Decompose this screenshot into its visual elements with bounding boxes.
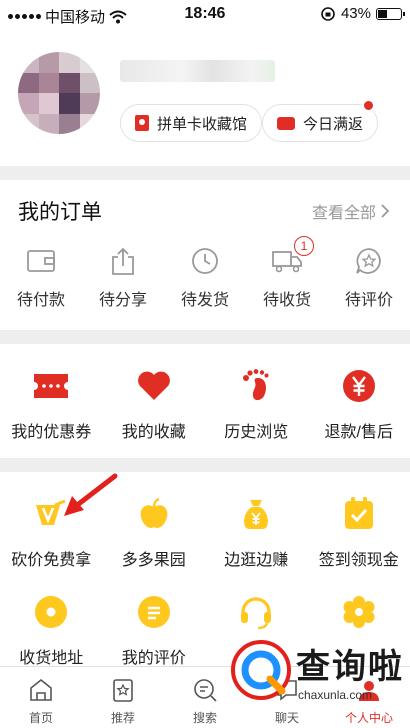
checkin-icon xyxy=(339,494,379,534)
tab-label: 搜索 xyxy=(192,711,217,725)
tool-label: 多多果园 xyxy=(121,552,186,569)
footprint-icon xyxy=(236,366,276,406)
card-icon xyxy=(135,115,149,131)
order-pending-receipt[interactable]: 1 待收货 xyxy=(246,236,328,310)
order-item-label: 待付款 xyxy=(16,292,65,309)
tab-recommend[interactable]: 推荐 xyxy=(82,667,164,728)
order-item-label: 待收货 xyxy=(262,292,311,309)
watermark-domain: chaxunla.com xyxy=(298,687,373,702)
tab-label: 个人中心 xyxy=(344,711,393,725)
status-bar: 中国移动 18:46 43% xyxy=(0,0,410,30)
tool-label: 收货地址 xyxy=(19,650,84,667)
order-item-label: 待分享 xyxy=(98,292,147,309)
divider xyxy=(0,330,410,344)
tool-label: 砍价免费拿 xyxy=(11,552,92,569)
share-icon xyxy=(106,244,140,278)
divider xyxy=(0,166,410,180)
see-all-label: 查看全部 xyxy=(311,205,376,222)
services-row: 我的优惠券 我的收藏 历史浏览 退款/售后 xyxy=(0,366,410,442)
wallet-icon xyxy=(24,244,58,278)
collection-hall-button[interactable]: 拼单卡收藏馆 xyxy=(120,104,263,142)
order-count-badge: 1 xyxy=(294,236,314,256)
my-reviews-item[interactable]: 我的评价 xyxy=(103,592,206,668)
service-label: 我的优惠券 xyxy=(11,424,92,441)
avatar[interactable] xyxy=(18,52,100,134)
order-item-label: 待发货 xyxy=(180,292,229,309)
battery-percent: 43% xyxy=(340,5,371,22)
daily-rebate-label: 今日满返 xyxy=(303,115,364,133)
recommend-icon xyxy=(108,675,138,705)
see-all-orders-link[interactable]: 查看全部 xyxy=(312,199,390,223)
heart-icon xyxy=(134,366,174,406)
settings-icon xyxy=(339,592,379,632)
order-pending-shipment[interactable]: 待发货 xyxy=(164,244,246,310)
tab-label: 首页 xyxy=(28,711,53,725)
tool-label: 签到领现金 xyxy=(318,552,399,569)
rotation-lock-icon xyxy=(321,6,335,21)
clock-icon xyxy=(188,244,222,278)
battery-icon xyxy=(376,7,405,20)
order-pending-review[interactable]: 待评价 xyxy=(328,244,410,310)
username-blurred xyxy=(120,60,275,82)
watermark-logo-icon xyxy=(231,640,291,700)
refund-icon xyxy=(339,366,379,406)
order-pending-payment[interactable]: 待付款 xyxy=(0,244,82,310)
order-pending-share[interactable]: 待分享 xyxy=(82,244,164,310)
home-icon xyxy=(26,675,56,705)
apple-icon xyxy=(134,494,174,534)
service-label: 历史浏览 xyxy=(224,424,289,441)
coupon-icon xyxy=(31,366,71,406)
browsing-history-item[interactable]: 历史浏览 xyxy=(205,366,308,442)
order-item-label: 待评价 xyxy=(344,292,393,309)
comment-icon xyxy=(134,592,174,632)
orders-title: 我的订单 xyxy=(18,201,102,224)
tab-label: 聊天 xyxy=(274,711,299,725)
search-icon xyxy=(190,675,220,705)
order-status-row: 待付款 待分享 待发货 1 待收货 待评价 xyxy=(0,236,410,310)
location-icon xyxy=(31,592,71,632)
chevron-right-icon xyxy=(381,204,390,218)
review-icon xyxy=(352,244,386,278)
my-favorites-item[interactable]: 我的收藏 xyxy=(103,366,206,442)
refund-aftersales-item[interactable]: 退款/售后 xyxy=(308,366,410,442)
service-label: 退款/售后 xyxy=(324,424,393,441)
watermark-title: 查询啦 xyxy=(296,647,404,686)
status-right: 43% xyxy=(320,5,405,22)
service-label: 我的收藏 xyxy=(121,424,186,441)
my-coupons-item[interactable]: 我的优惠券 xyxy=(0,366,103,442)
checkin-cash-item[interactable]: 签到领现金 xyxy=(308,494,410,570)
collection-hall-label: 拼单卡收藏馆 xyxy=(157,115,248,133)
watermark: 查询啦 chaxunla.com xyxy=(230,634,406,706)
tool-label: 我的评价 xyxy=(121,650,186,667)
notification-dot xyxy=(362,99,376,112)
browse-earn-item[interactable]: 边逛边赚 xyxy=(205,494,308,570)
envelope-icon xyxy=(277,116,295,130)
tab-label: 推荐 xyxy=(110,711,135,725)
tool-label: 边逛边赚 xyxy=(224,552,289,569)
money-bag-icon xyxy=(236,494,276,534)
tab-home[interactable]: 首页 xyxy=(0,667,82,728)
daily-rebate-button[interactable]: 今日满返 xyxy=(262,99,379,142)
shipping-address-item[interactable]: 收货地址 xyxy=(0,592,103,668)
headset-icon xyxy=(236,592,276,632)
personal-center-screen: { "status_bar": { "carrier": "中国移动", "ti… xyxy=(0,0,410,728)
divider xyxy=(0,458,410,472)
watermark-text: 查询啦 chaxunla.com xyxy=(296,639,404,702)
annotation-arrow xyxy=(64,473,118,516)
